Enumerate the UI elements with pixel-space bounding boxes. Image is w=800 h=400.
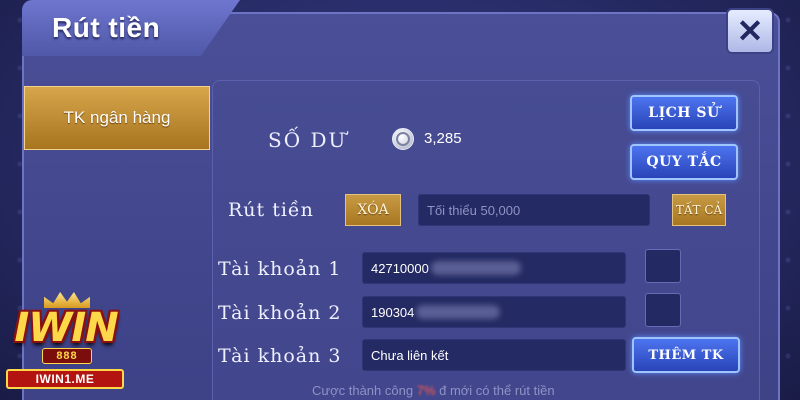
dialog-title: Rút tiền [52,12,161,43]
history-button[interactable]: LỊCH SỬ [630,95,738,131]
logo-wordmark: IWIN [14,305,118,351]
amount-input[interactable]: Tối thiểu 50,000 [418,194,650,226]
account-3-field[interactable]: Chưa liên kết [362,339,626,371]
logo-url: IWIN1.ME [6,369,124,389]
close-icon: ✕ [736,13,764,49]
coin-icon [392,128,414,150]
balance-value: 3,285 [424,130,462,147]
withdraw-notice: Cược thành công 7% đ mới có thể rút tiền [312,383,555,398]
balance-label: SỐ DƯ [268,128,348,152]
notice-amount: 7% [416,383,436,398]
clear-button[interactable]: XÓA [345,194,401,226]
account-1-checkbox[interactable] [645,249,681,283]
brand-logo: IWIN 888 IWIN1.ME [4,290,126,392]
account-1-value: 42710000 [371,260,429,276]
withdraw-all-button[interactable]: TẤT CẢ [672,194,726,226]
sidebar-item-bank-account[interactable]: TK ngân hàng [24,86,210,150]
game-screen: Rút tiền ✕ TK ngân hàng SỐ DƯ 3,285 LỊCH… [0,0,800,400]
account-1-label: Tài khoản 1 [218,258,342,280]
rules-button[interactable]: QUY TẮC [630,144,738,180]
account-2-value: 190304 [371,304,415,320]
account-3-value: Chưa liên kết [371,347,449,363]
account-2-checkbox[interactable] [645,293,681,327]
account-2-field[interactable]: 190304 [362,296,626,328]
withdraw-label: Rút tiền [228,199,314,221]
sidebar-item-label: TK ngân hàng [63,108,171,127]
notice-prefix: Cược thành công [312,383,414,398]
masked-digits [430,261,521,275]
account-2-label: Tài khoản 2 [218,302,342,324]
notice-suffix: đ mới có thể rút tiền [439,383,555,398]
logo-badge: 888 [42,348,92,364]
account-3-label: Tài khoản 3 [218,345,342,367]
account-1-field[interactable]: 42710000 [362,252,626,284]
close-button[interactable]: ✕ [726,8,774,54]
add-account-button[interactable]: THÊM TK [632,337,740,373]
masked-digits [416,305,501,319]
